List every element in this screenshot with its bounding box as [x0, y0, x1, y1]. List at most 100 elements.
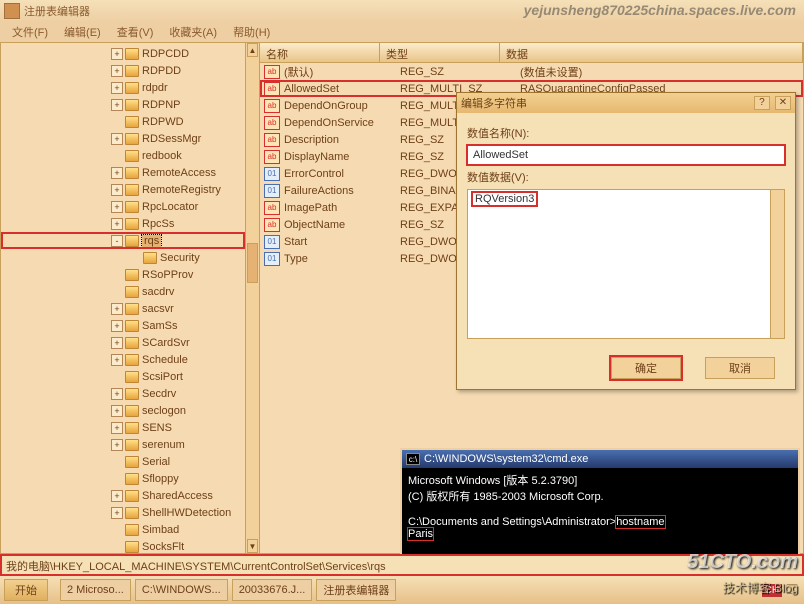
- tree-item[interactable]: +ShellHWDetection: [1, 504, 245, 521]
- taskbar-button[interactable]: 2 Microso...: [60, 579, 131, 601]
- tree-item[interactable]: +RDPNP: [1, 96, 245, 113]
- tree-item[interactable]: SocksFlt: [1, 538, 245, 553]
- tree-item[interactable]: Simbad: [1, 521, 245, 538]
- expand-icon[interactable]: +: [111, 320, 123, 332]
- tree-item[interactable]: +RDSessMgr: [1, 130, 245, 147]
- tree-item[interactable]: Security: [1, 249, 245, 266]
- tree-item[interactable]: RSoPProv: [1, 266, 245, 283]
- taskbar-button[interactable]: 20033676.J...: [232, 579, 313, 601]
- expand-icon[interactable]: +: [111, 388, 123, 400]
- tree-item[interactable]: +SCardSvr: [1, 334, 245, 351]
- expand-icon[interactable]: +: [111, 99, 123, 111]
- taskbar[interactable]: 开始 2 Microso...C:\WINDOWS...20033676.J..…: [0, 576, 804, 604]
- ok-button[interactable]: 确定: [611, 357, 681, 379]
- tree-item[interactable]: +RemoteAccess: [1, 164, 245, 181]
- folder-icon: [125, 201, 139, 213]
- taskbar-button[interactable]: C:\WINDOWS...: [135, 579, 228, 601]
- expand-icon[interactable]: +: [111, 48, 123, 60]
- tree-item-label: Serial: [142, 456, 170, 468]
- textarea-scrollbar[interactable]: [770, 190, 784, 338]
- list-header[interactable]: 名称 类型 数据: [260, 43, 803, 63]
- cmd-icon: c:\: [406, 453, 420, 465]
- expand-icon[interactable]: +: [111, 490, 123, 502]
- expand-icon[interactable]: +: [111, 133, 123, 145]
- menu-fav[interactable]: 收藏夹(A): [161, 22, 225, 42]
- menu-view[interactable]: 查看(V): [109, 22, 162, 42]
- folder-icon: [125, 354, 139, 366]
- folder-icon: [125, 82, 139, 94]
- tree-item[interactable]: +sacsvr: [1, 300, 245, 317]
- expand-icon[interactable]: +: [111, 218, 123, 230]
- expand-icon[interactable]: +: [111, 184, 123, 196]
- tree-item[interactable]: Sfloppy: [1, 470, 245, 487]
- tree-item[interactable]: +seclogon: [1, 402, 245, 419]
- tree-item[interactable]: +RDPDD: [1, 62, 245, 79]
- tree-item[interactable]: RDPWD: [1, 113, 245, 130]
- expand-icon[interactable]: +: [111, 337, 123, 349]
- expand-icon[interactable]: +: [111, 82, 123, 94]
- expand-icon[interactable]: +: [111, 439, 123, 451]
- expand-icon[interactable]: +: [111, 354, 123, 366]
- list-row[interactable]: ab(默认)REG_SZ(数值未设置): [260, 63, 803, 80]
- cmd-body[interactable]: Microsoft Windows [版本 5.2.3790] (C) 版权所有…: [402, 468, 798, 544]
- tree-item[interactable]: + serenum: [1, 436, 245, 453]
- binary-value-icon: 01: [264, 235, 280, 249]
- value-name-label: 数值名称(N):: [467, 125, 785, 141]
- expand-icon[interactable]: +: [111, 65, 123, 77]
- cmd-window[interactable]: c:\ C:\WINDOWS\system32\cmd.exe Microsof…: [400, 448, 800, 556]
- tree-item[interactable]: +rdpdr: [1, 79, 245, 96]
- tree-item-label: serenum: [142, 439, 185, 451]
- tree-item-label: Security: [160, 252, 200, 264]
- scroll-up-arrow[interactable]: ▲: [247, 43, 258, 57]
- scroll-thumb[interactable]: [247, 243, 258, 283]
- tree-item-label: ScsiPort: [142, 371, 183, 383]
- col-name[interactable]: 名称: [260, 43, 380, 62]
- tree-item[interactable]: +RemoteRegistry: [1, 181, 245, 198]
- tree-item[interactable]: + SharedAccess: [1, 487, 245, 504]
- tree-pane[interactable]: + RDPCDD +RDPDD+rdpdr+RDPNPRDPWD+RDSessMgr…: [0, 42, 260, 554]
- cancel-button[interactable]: 取消: [705, 357, 775, 379]
- tree-item[interactable]: -rqs: [1, 232, 245, 249]
- expand-icon[interactable]: +: [111, 507, 123, 519]
- expand-icon[interactable]: +: [111, 201, 123, 213]
- expand-icon[interactable]: +: [111, 405, 123, 417]
- tree-item[interactable]: ScsiPort: [1, 368, 245, 385]
- tree-item[interactable]: +SamSs: [1, 317, 245, 334]
- scroll-down-arrow[interactable]: ▼: [247, 539, 258, 553]
- menu-edit[interactable]: 编辑(E): [56, 22, 109, 42]
- help-icon[interactable]: ?: [754, 96, 770, 110]
- tree-item[interactable]: +RpcLocator: [1, 198, 245, 215]
- menu-bar[interactable]: 文件(F) 编辑(E) 查看(V) 收藏夹(A) 帮助(H): [0, 22, 804, 42]
- app-icon: [4, 3, 20, 19]
- close-icon[interactable]: ✕: [775, 96, 791, 110]
- tree-item-label: RDPCDD: [142, 48, 189, 60]
- tree-item[interactable]: +Secdrv: [1, 385, 245, 402]
- expand-icon[interactable]: +: [111, 422, 123, 434]
- tree-item[interactable]: + RDPCDD: [1, 45, 245, 62]
- expand-icon[interactable]: +: [111, 167, 123, 179]
- tree-item-label: Simbad: [142, 524, 179, 536]
- value-name: AllowedSet: [284, 83, 400, 95]
- tree-item[interactable]: +RpcSs: [1, 215, 245, 232]
- tree-item-label: SharedAccess: [142, 490, 213, 502]
- dialog-titlebar[interactable]: 编辑多字符串 ? ✕: [457, 93, 795, 113]
- folder-icon: [125, 303, 139, 315]
- expand-icon[interactable]: +: [111, 303, 123, 315]
- menu-file[interactable]: 文件(F): [4, 22, 56, 42]
- tree-item[interactable]: +SENS: [1, 419, 245, 436]
- taskbar-button[interactable]: 注册表编辑器: [316, 579, 396, 601]
- value-data-textarea[interactable]: RQVersion3: [467, 189, 785, 339]
- start-button[interactable]: 开始: [4, 579, 48, 601]
- menu-help[interactable]: 帮助(H): [225, 22, 278, 42]
- tree-item[interactable]: +Schedule: [1, 351, 245, 368]
- tree-item[interactable]: redbook: [1, 147, 245, 164]
- col-type[interactable]: 类型: [380, 43, 500, 62]
- tree-item[interactable]: Serial: [1, 453, 245, 470]
- status-bar: 我的电脑\HKEY_LOCAL_MACHINE\SYSTEM\CurrentCo…: [0, 554, 804, 576]
- expand-icon[interactable]: -: [111, 235, 123, 247]
- cmd-titlebar[interactable]: c:\ C:\WINDOWS\system32\cmd.exe: [402, 450, 798, 468]
- value-name: DependOnService: [284, 117, 400, 129]
- col-data[interactable]: 数据: [500, 43, 803, 62]
- tree-item[interactable]: sacdrv: [1, 283, 245, 300]
- tree-scrollbar[interactable]: ▲ ▼: [245, 43, 259, 553]
